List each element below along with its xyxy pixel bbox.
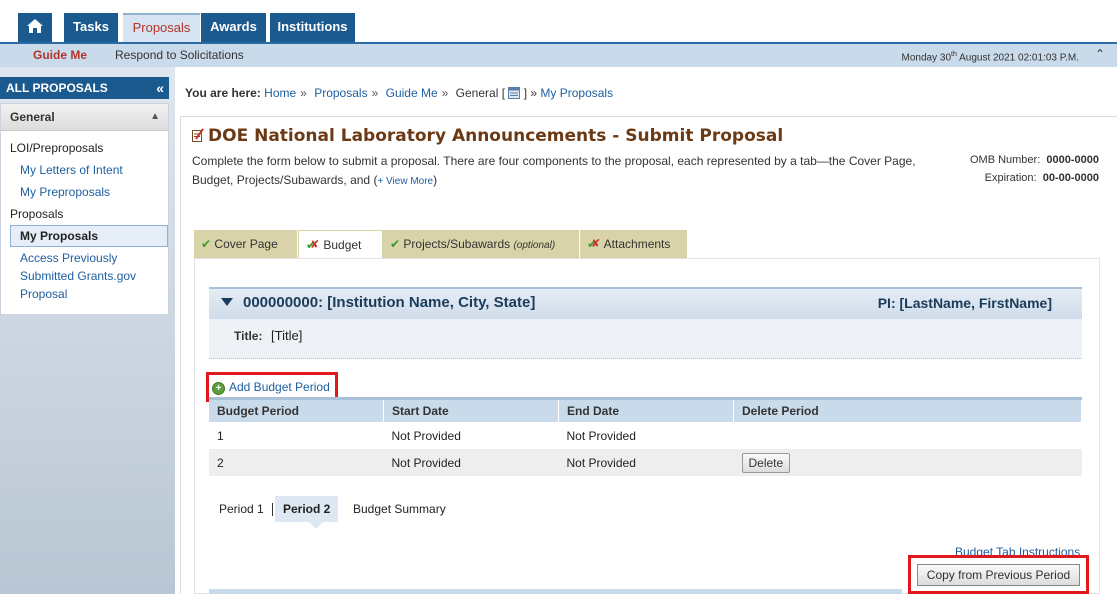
sidebar-item-letters-of-intent[interactable]: My Letters of Intent xyxy=(1,159,168,181)
tab-budget-summary[interactable]: Budget Summary xyxy=(353,496,446,522)
sidebar-header: ALL PROPOSALS « xyxy=(0,77,169,99)
tab-period-2[interactable]: Period 2 xyxy=(275,496,339,522)
breadcrumb: You are here: Home» Proposals» Guide Me»… xyxy=(185,86,613,100)
breadcrumb-general: General [ xyxy=(455,86,506,100)
calendar-icon[interactable] xyxy=(508,86,521,99)
intro-text: Complete the form below to submit a prop… xyxy=(192,154,916,187)
top-nav: Tasks Proposals Awards Institutions xyxy=(0,0,1117,42)
cell-period: 2 xyxy=(209,449,384,476)
breadcrumb-sep: » xyxy=(441,86,449,100)
sidebar-item-grants-gov[interactable]: Access Previously Submitted Grants.gov P… xyxy=(1,247,140,303)
breadcrumb-close: ] » xyxy=(523,86,538,100)
copy-from-previous-period-button[interactable]: Copy from Previous Period xyxy=(917,564,1080,586)
tab-institutions[interactable]: Institutions xyxy=(270,13,355,42)
table-row: 2 Not Provided Not Provided Delete xyxy=(209,449,1082,476)
period-tab-pointer xyxy=(309,522,323,529)
section-header-strip xyxy=(209,589,902,594)
column-header: End Date xyxy=(558,397,734,422)
expiration-value: 00-00-0000 xyxy=(1042,172,1099,184)
expiration-label: Expiration: xyxy=(984,172,1037,184)
sidebar-item-preproposals[interactable]: My Preproposals xyxy=(1,181,168,203)
check-cross-icon: ✔ ✘ xyxy=(306,238,320,252)
checkmark-icon: ✔ xyxy=(390,237,401,251)
add-budget-period-link[interactable]: Add Budget Period xyxy=(229,380,330,394)
tab-cover-page[interactable]: ✔ Cover Page xyxy=(194,230,298,258)
cell-delete: Delete xyxy=(733,449,1082,476)
sub-nav: Guide Me Respond to Solicitations Monday… xyxy=(0,42,1117,76)
period-tab-separator xyxy=(272,503,273,516)
column-header: Budget Period xyxy=(209,397,384,422)
cell-end: Not Provided xyxy=(558,449,734,476)
sidebar-group-loi: LOI/Preproposals xyxy=(10,141,104,155)
datetime-display: Monday 30th August 2021 02:01:03 P.M. xyxy=(901,51,1079,64)
omb-value: 0000-0000 xyxy=(1046,154,1099,166)
tab-attachments[interactable]: ✔ ✘ Attachments xyxy=(580,230,688,258)
tab-budget[interactable]: ✔ ✘ Budget xyxy=(298,230,383,258)
home-tab[interactable] xyxy=(18,13,52,42)
title-row: Title: [Title] xyxy=(209,319,1082,359)
view-more-link[interactable]: + View More xyxy=(377,176,433,187)
subnav-guide-me[interactable]: Guide Me xyxy=(20,44,100,67)
table-row: 1 Not Provided Not Provided xyxy=(209,422,1082,449)
breadcrumb-home[interactable]: Home xyxy=(264,86,296,100)
breadcrumb-prefix: You are here: xyxy=(185,86,261,100)
breadcrumb-sep: » xyxy=(371,86,379,100)
breadcrumb-my-proposals[interactable]: My Proposals xyxy=(540,86,613,100)
budget-period-table: Budget Period Start Date End Date Delete… xyxy=(209,397,1082,476)
title-value: [Title] xyxy=(271,328,303,343)
institution-header[interactable]: 000000000: [Institution Name, City, Stat… xyxy=(209,287,1082,319)
breadcrumb-proposals[interactable]: Proposals xyxy=(314,86,367,100)
chevron-up-icon[interactable]: ⌃ xyxy=(1093,47,1107,61)
omb-info: OMB Number: 0000-0000 Expiration: 00-00-… xyxy=(970,151,1099,187)
cell-period: 1 xyxy=(217,428,224,443)
caret-up-icon: ▲ xyxy=(150,111,160,122)
cell-end: Not Provided xyxy=(566,428,636,443)
breadcrumb-guide-me[interactable]: Guide Me xyxy=(386,86,438,100)
tab-period-1[interactable]: Period 1 xyxy=(219,496,264,522)
proposal-tabs: ✔ Cover Page ✔ ✘ Budget ✔ Projects/Subawa… xyxy=(194,230,1100,258)
home-icon xyxy=(27,19,43,33)
cell-start: Not Provided xyxy=(391,428,461,443)
edit-document-icon xyxy=(192,128,204,142)
checkmark-icon: ✔ xyxy=(201,237,212,251)
page-title: DOE National Laboratory Announcements - … xyxy=(192,126,783,146)
omb-label: OMB Number: xyxy=(969,154,1041,166)
title-label: Title: xyxy=(234,329,263,343)
collapse-triangle-icon[interactable] xyxy=(221,298,233,306)
breadcrumb-sep: » xyxy=(300,86,307,100)
double-chevron-left-icon[interactable]: « xyxy=(156,77,164,99)
sidebar: ALL PROPOSALS « General ▲ LOI/Preproposa… xyxy=(0,67,175,594)
subnav-respond[interactable]: Respond to Solicitations xyxy=(115,44,244,66)
sidebar-panel: General ▲ LOI/Preproposals My Letters of… xyxy=(0,103,169,315)
check-cross-icon: ✔ ✘ xyxy=(587,237,601,251)
institution-name: 000000000: [Institution Name, City, Stat… xyxy=(243,294,536,311)
cell-start: Not Provided xyxy=(383,449,559,476)
add-circle-icon[interactable]: + xyxy=(212,382,225,395)
sidebar-group-proposals: Proposals xyxy=(10,207,64,221)
principal-investigator: PI: [LastName, FirstName] xyxy=(877,295,1052,311)
tab-projects-subawards[interactable]: ✔ Projects/Subawards (optional) xyxy=(383,230,580,258)
tab-awards[interactable]: Awards xyxy=(201,13,266,42)
cell-delete xyxy=(734,422,1082,449)
sidebar-section-general[interactable]: General ▲ xyxy=(1,104,168,131)
column-header: Start Date xyxy=(383,397,559,422)
column-header: Delete Period xyxy=(733,397,1082,422)
sidebar-item-my-proposals[interactable]: My Proposals xyxy=(10,225,168,247)
table-header-row: Budget Period Start Date End Date Delete… xyxy=(209,397,1082,422)
tab-tasks[interactable]: Tasks xyxy=(64,13,118,42)
tab-proposals[interactable]: Proposals xyxy=(123,13,200,42)
copy-previous-highlight: Copy from Previous Period xyxy=(908,555,1089,594)
delete-button[interactable]: Delete xyxy=(741,452,791,473)
